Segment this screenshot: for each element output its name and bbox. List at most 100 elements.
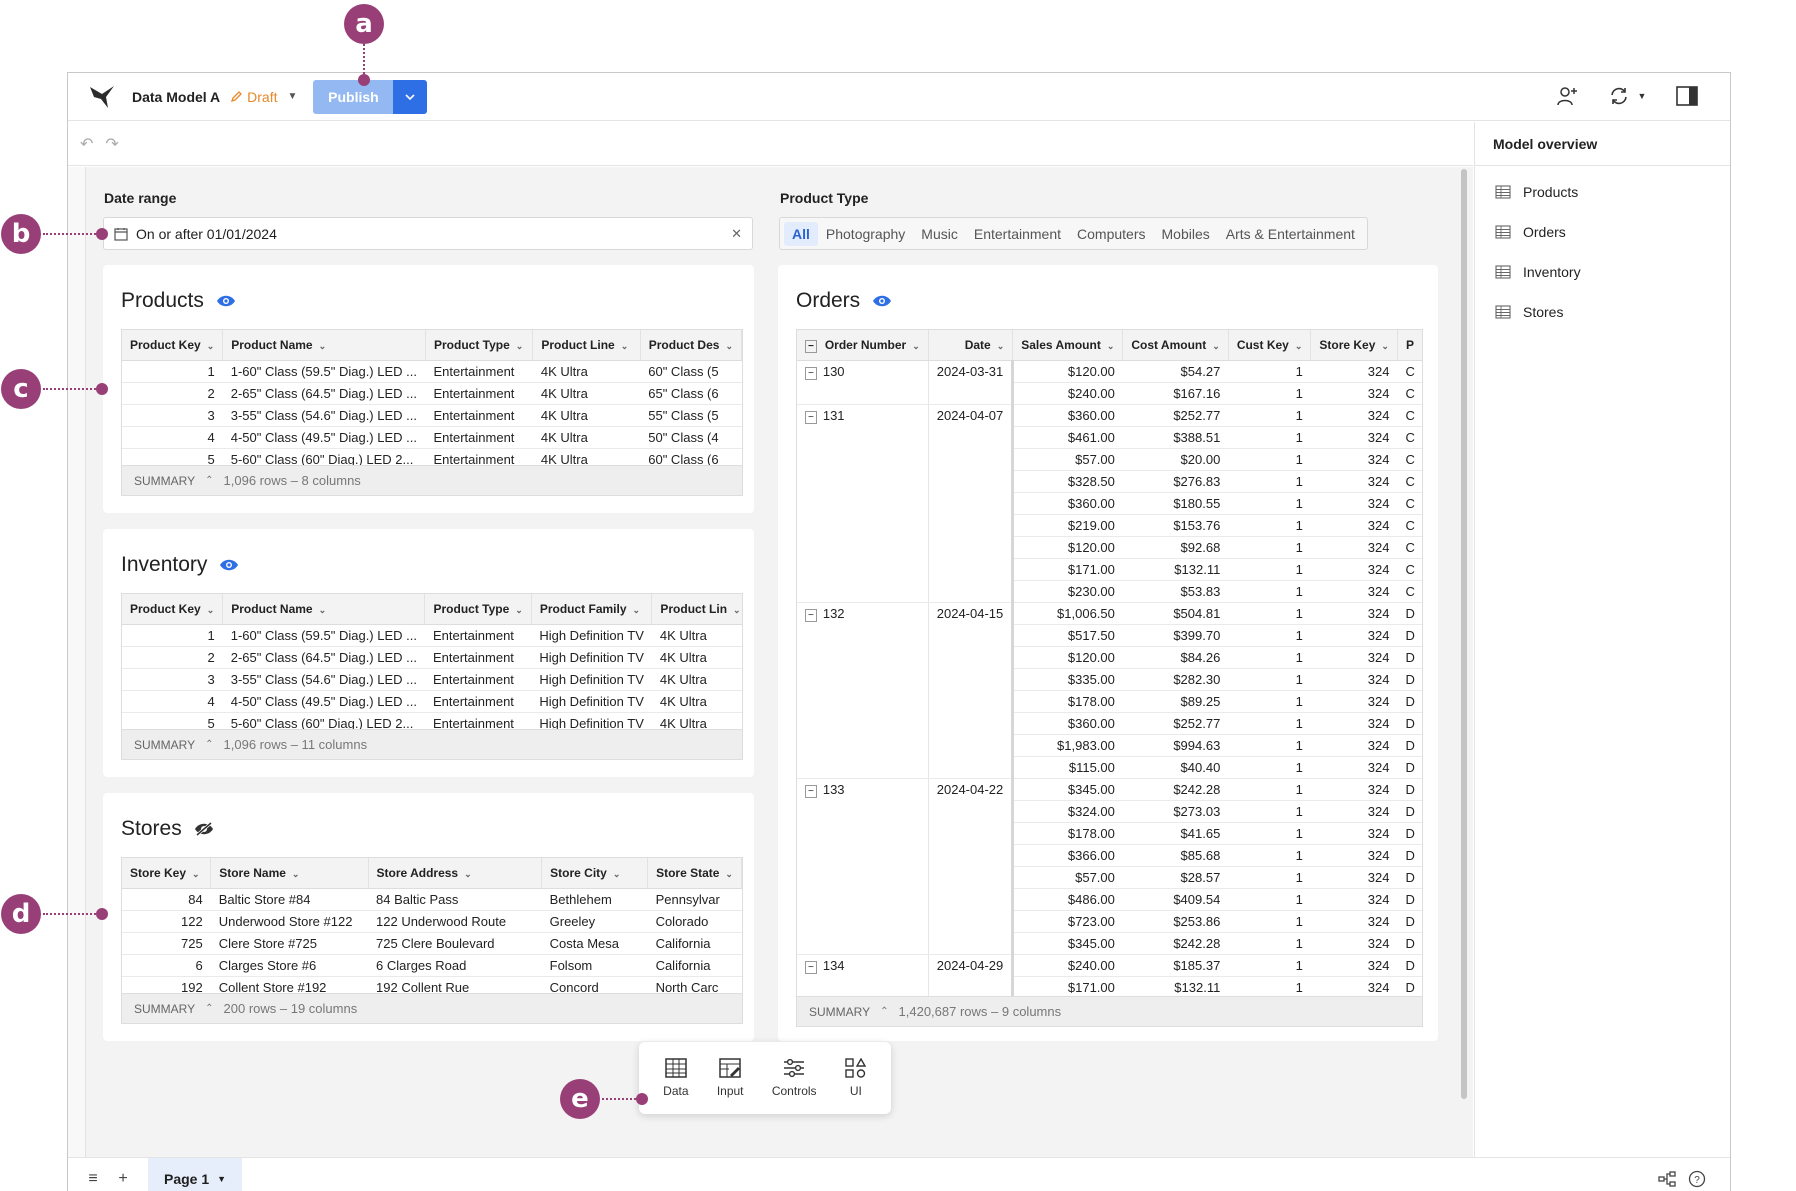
segment-computers[interactable]: Computers <box>1069 222 1153 246</box>
column-header[interactable]: Product Des ⌄ <box>640 330 742 361</box>
table-row[interactable]: 3 3-55" Class (54.6" Diag.) LED ... Entert… <box>122 668 742 691</box>
undo-icon[interactable]: ↶ <box>80 134 93 154</box>
segment-music[interactable]: Music <box>913 222 966 246</box>
order-group-cell[interactable]: −130 <box>797 360 929 405</box>
chevron-down-icon[interactable]: ⌄ <box>633 605 641 615</box>
table-row[interactable]: 6 Clarges Store #6 6 Clarges Road Folsom Cal… <box>122 954 742 977</box>
column-header[interactable]: Store Key ⌄ <box>1310 330 1398 361</box>
segment-all[interactable]: All <box>784 221 818 246</box>
collapse-icon[interactable]: − <box>805 608 817 622</box>
table-row[interactable]: 725 Clere Store #725 725 Clere Boulevard Co… <box>122 932 742 955</box>
table-row[interactable]: 4 4-50" Class (49.5" Diag.) LED ... Entert… <box>122 426 742 449</box>
column-header[interactable]: Date ⌄ <box>928 330 1014 361</box>
orders-summary-bar[interactable]: SUMMARY ⌃ 1,420,687 rows – 9 columns <box>797 996 1422 1026</box>
column-header[interactable]: Product Name ⌄ <box>222 594 426 625</box>
column-header[interactable]: Product Line ⌄ <box>532 330 641 361</box>
table-row[interactable]: 1 1-60" Class (59.5" Diag.) LED ... Entert… <box>122 360 742 383</box>
inventory-summary-bar[interactable]: SUMMARY ⌃ 1,096 rows – 11 columns <box>122 729 742 759</box>
overview-item-orders[interactable]: Orders <box>1475 212 1730 252</box>
chevron-down-icon[interactable]: ⌄ <box>207 341 215 351</box>
chevron-down-icon[interactable]: ⌄ <box>725 869 733 879</box>
chevron-down-icon[interactable]: ⌄ <box>192 869 200 879</box>
date-range-control[interactable]: On or after 01/01/2024 ✕ <box>103 217 753 250</box>
pages-list-icon[interactable]: ≡ <box>78 1164 108 1191</box>
chevron-down-icon[interactable]: ⌄ <box>207 605 215 615</box>
chevron-up-icon[interactable]: ⌃ <box>880 1006 888 1017</box>
column-header[interactable]: Store City ⌄ <box>541 858 649 889</box>
chevron-down-icon[interactable]: ⌄ <box>319 341 327 351</box>
page-tab[interactable]: Page 1 ▼ <box>148 1158 243 1191</box>
chevron-down-icon[interactable]: ⌄ <box>912 341 920 351</box>
table-row[interactable]: −131 2024-04-07 $360.00 $252.77 1 324 C <box>797 404 1422 603</box>
refresh-icon[interactable]: ▼ <box>1604 81 1650 111</box>
products-card[interactable]: Products Product Key ⌄ Product Name ⌄ Produc… <box>103 265 754 513</box>
orders-table[interactable]: − Order Number ⌄ Date ⌄ Sales Amount ⌄ Cost Amo… <box>796 329 1423 1027</box>
chevron-down-icon[interactable]: ⌄ <box>319 605 327 615</box>
toolbox-ui[interactable]: UI <box>845 1058 867 1098</box>
column-header[interactable]: Product Lin ⌄ <box>651 594 742 625</box>
segment-arts-entertainment[interactable]: Arts & Entertainment <box>1218 222 1363 246</box>
column-header[interactable]: Product Type ⌄ <box>425 330 534 361</box>
column-header[interactable]: Store Name ⌄ <box>210 858 369 889</box>
chevron-down-icon[interactable]: ⌄ <box>516 341 524 351</box>
toolbox-input[interactable]: Input <box>717 1058 744 1098</box>
chevron-down-icon[interactable]: ⌄ <box>997 341 1005 351</box>
table-row[interactable]: −133 2024-04-22 $345.00 $242.28 1 324 D <box>797 778 1422 955</box>
chevron-down-icon[interactable]: ⌄ <box>1381 341 1389 351</box>
chevron-up-icon[interactable]: ⌃ <box>205 475 213 486</box>
orders-card[interactable]: Orders − Order Number ⌄ Date ⌄ Sales Amount ⌄ C… <box>778 265 1438 1041</box>
table-row[interactable]: 122 Underwood Store #122 122 Underwood Rou… <box>122 910 742 933</box>
chevron-down-icon[interactable]: ⌄ <box>292 869 300 879</box>
panel-toggle-icon[interactable] <box>1672 81 1702 111</box>
collapse-all-icon[interactable]: − <box>805 339 817 353</box>
clear-icon[interactable]: ✕ <box>731 226 742 242</box>
overview-item-products[interactable]: Products <box>1475 172 1730 212</box>
segment-mobiles[interactable]: Mobiles <box>1154 222 1218 246</box>
column-header[interactable]: Cost Amount ⌄ <box>1122 330 1229 361</box>
collapse-icon[interactable]: − <box>805 784 817 798</box>
column-header[interactable]: Sales Amount ⌄ <box>1012 330 1124 361</box>
column-header[interactable]: Cust Key ⌄ <box>1228 330 1312 361</box>
toolbox-controls[interactable]: Controls <box>772 1058 817 1098</box>
inventory-table[interactable]: Product Key ⌄ Product Name ⌄ Product Type ⌄ Pr… <box>121 593 743 760</box>
canvas-scrollbar[interactable] <box>1461 169 1467 1099</box>
collapse-icon[interactable]: − <box>805 410 817 424</box>
inventory-card[interactable]: Inventory Product Key ⌄ Product Name ⌄ Produ… <box>103 529 754 777</box>
help-icon[interactable]: ? <box>1682 1164 1712 1191</box>
model-title[interactable]: Data Model A <box>132 89 220 105</box>
table-row[interactable]: 84 Baltic Store #84 84 Baltic Pass Bethlehe… <box>122 888 742 911</box>
draft-status[interactable]: Draft ▼ <box>230 89 297 105</box>
chevron-up-icon[interactable]: ⌃ <box>205 1003 213 1014</box>
overview-item-stores[interactable]: Stores <box>1475 292 1730 332</box>
chevron-down-icon[interactable]: ⌄ <box>613 869 621 879</box>
products-table[interactable]: Product Key ⌄ Product Name ⌄ Product Type ⌄ Pr… <box>121 329 743 496</box>
eye-icon[interactable] <box>872 294 892 308</box>
chevron-down-icon[interactable]: ⌄ <box>1295 341 1303 351</box>
eye-icon[interactable] <box>219 558 239 572</box>
column-header[interactable]: Store Key ⌄ <box>122 858 212 889</box>
publish-options-button[interactable] <box>393 79 428 114</box>
eye-hidden-icon[interactable] <box>194 821 214 837</box>
table-row[interactable]: 2 2-65" Class (64.5" Diag.) LED ... Entert… <box>122 382 742 405</box>
order-group-cell[interactable]: −131 <box>797 404 929 603</box>
column-header[interactable]: Product Key ⌄ <box>122 330 224 361</box>
order-group-cell[interactable]: −134 <box>797 954 929 999</box>
table-row[interactable]: 1 1-60" Class (59.5" Diag.) LED ... Entert… <box>122 624 742 647</box>
column-header[interactable]: − Order Number ⌄ <box>797 330 929 361</box>
overview-item-inventory[interactable]: Inventory <box>1475 252 1730 292</box>
chevron-down-icon[interactable]: ⌄ <box>621 341 629 351</box>
column-header[interactable]: Store State ⌄ <box>647 858 742 889</box>
chevron-down-icon[interactable]: ⌄ <box>725 341 733 351</box>
stores-card[interactable]: Stores Store Key ⌄ Store Name ⌄ Store Addres… <box>103 793 754 1041</box>
chevron-down-icon[interactable]: ⌄ <box>1107 341 1115 351</box>
segment-photography[interactable]: Photography <box>818 222 913 246</box>
column-header[interactable]: Product Type ⌄ <box>424 594 532 625</box>
add-page-icon[interactable]: + <box>108 1164 138 1191</box>
segment-entertainment[interactable]: Entertainment <box>966 222 1069 246</box>
column-header[interactable]: Product Name ⌄ <box>222 330 426 361</box>
table-row[interactable]: 2 2-65" Class (64.5" Diag.) LED ... Entert… <box>122 646 742 669</box>
column-header[interactable]: P <box>1397 330 1422 361</box>
order-group-cell[interactable]: −133 <box>797 778 929 955</box>
order-group-cell[interactable]: −132 <box>797 602 929 779</box>
column-header[interactable]: Product Family ⌄ <box>531 594 653 625</box>
